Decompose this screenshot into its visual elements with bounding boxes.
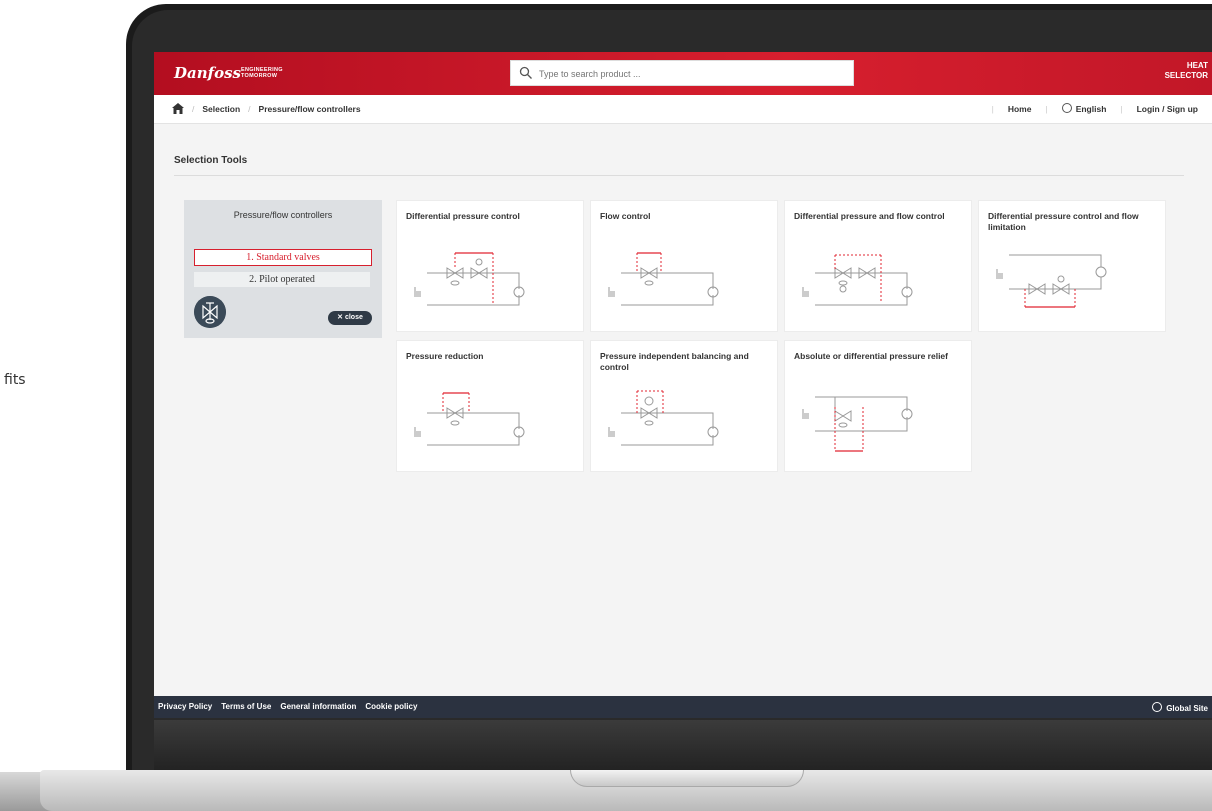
close-label: close	[344, 314, 363, 321]
category-panel: Pressure/flow controllers 1. Standard va…	[184, 200, 382, 338]
nav-divider: |	[991, 103, 994, 114]
card-differential-pressure-and-flow-control[interactable]: Differential pressure and flow control	[784, 200, 972, 332]
app-title: HEAT SELECTOR	[1165, 61, 1208, 81]
breadcrumb-separator: /	[248, 103, 251, 114]
close-icon: ✕	[337, 314, 343, 321]
nav-divider: |	[1045, 103, 1048, 114]
card-title: Differential pressure control and flow l…	[988, 211, 1139, 232]
laptop-notch	[570, 770, 804, 787]
site-footer: Privacy Policy Terms of Use General info…	[154, 696, 1212, 718]
nav-language[interactable]: English	[1061, 103, 1107, 114]
pressure-relief-diagram	[802, 396, 913, 452]
nav-login[interactable]: Login / Sign up	[1137, 104, 1198, 114]
app-screen: Danfoss ENGINEERING TOMORROW HEAT SELECT…	[154, 52, 1212, 718]
search-box[interactable]	[510, 60, 854, 87]
flow-control-diagram	[608, 252, 719, 306]
top-header: Danfoss ENGINEERING TOMORROW HEAT SELECT…	[154, 52, 1212, 95]
pressure-independent-diagram	[608, 390, 719, 446]
footer-privacy-policy[interactable]: Privacy Policy	[158, 702, 212, 711]
globe-icon	[1061, 103, 1072, 113]
danfoss-logo[interactable]: Danfoss	[174, 62, 241, 84]
option-standard-valves[interactable]: 1. Standard valves	[194, 249, 372, 266]
card-title: Absolute or differential pressure relief	[794, 351, 948, 361]
card-title: Differential pressure control	[406, 211, 520, 221]
option-pilot-operated[interactable]: 2. Pilot operated	[194, 272, 370, 287]
global-site-label: Global Site	[1166, 704, 1208, 713]
home-icon[interactable]	[172, 103, 184, 114]
card-differential-pressure-control[interactable]: Differential pressure control	[396, 200, 584, 332]
breadcrumb-current[interactable]: Pressure/flow controllers	[259, 104, 361, 114]
footer-general-information[interactable]: General information	[280, 702, 356, 711]
breadcrumb-separator: /	[192, 103, 195, 114]
panel-title: Pressure/flow controllers	[233, 210, 333, 220]
title-divider	[174, 175, 1184, 176]
breadcrumb: / Selection / Pressure/flow controllers	[172, 103, 361, 114]
differential-pressure-flow-diagram	[802, 254, 913, 306]
pressure-reduction-diagram	[414, 392, 525, 446]
nav-divider: |	[1120, 103, 1123, 114]
top-navigation: | Home | English | Login / Sign up	[992, 103, 1198, 114]
card-title: Pressure reduction	[406, 351, 484, 361]
close-button[interactable]: ✕ close	[328, 311, 372, 325]
footer-global-site[interactable]: Global Site	[1152, 702, 1208, 713]
search-icon	[519, 66, 532, 79]
tagline: ENGINEERING TOMORROW	[241, 67, 283, 79]
breadcrumb-selection[interactable]: Selection	[202, 104, 240, 114]
card-title: Pressure independent balancing and contr…	[600, 351, 749, 372]
differential-pressure-diagram	[414, 252, 525, 306]
card-differential-pressure-control-and-flow-limitation[interactable]: Differential pressure control and flow l…	[978, 200, 1166, 332]
valve-category-icon	[194, 296, 226, 328]
card-title: Flow control	[600, 211, 651, 221]
flow-limitation-diagram	[996, 254, 1107, 308]
card-title: Differential pressure and flow control	[794, 211, 945, 221]
card-pressure-relief[interactable]: Absolute or differential pressure relief	[784, 340, 972, 472]
footer-terms-of-use[interactable]: Terms of Use	[221, 702, 271, 711]
breadcrumb-bar: / Selection / Pressure/flow controllers …	[154, 95, 1212, 124]
tagline-line-2: TOMORROW	[241, 73, 278, 79]
card-pressure-independent-balancing[interactable]: Pressure independent balancing and contr…	[590, 340, 778, 472]
page-title: Selection Tools	[174, 155, 248, 166]
app-title-line-2: SELECTOR	[1164, 71, 1208, 80]
laptop-bezel	[154, 720, 1212, 772]
globe-icon	[1152, 702, 1163, 712]
nav-home[interactable]: Home	[1008, 104, 1032, 114]
card-pressure-reduction[interactable]: Pressure reduction	[396, 340, 584, 472]
search-input[interactable]	[537, 61, 841, 87]
app-title-line-1: HEAT	[1186, 61, 1208, 70]
footer-links: Privacy Policy Terms of Use General info…	[158, 702, 417, 711]
footer-cookie-policy[interactable]: Cookie policy	[365, 702, 417, 711]
background-text-fragment: fits	[4, 372, 26, 388]
language-label: English	[1075, 104, 1107, 114]
card-flow-control[interactable]: Flow control	[590, 200, 778, 332]
